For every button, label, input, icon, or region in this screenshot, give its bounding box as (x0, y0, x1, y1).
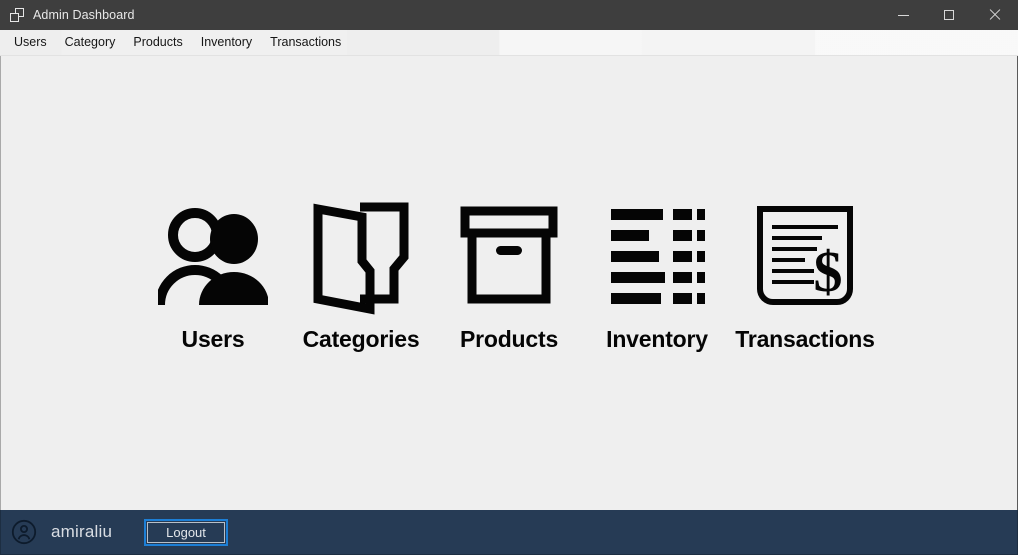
minimize-icon (898, 15, 909, 16)
overlapping-squares-icon (10, 8, 24, 22)
two-users-icon (158, 196, 268, 316)
dashboard-tile-users[interactable]: Users (139, 196, 287, 353)
archive-box-icon (460, 196, 558, 316)
svg-text:$: $ (814, 239, 843, 304)
menu-item-users[interactable]: Users (5, 30, 56, 55)
list-grid-icon (609, 196, 705, 316)
menu-item-category[interactable]: Category (56, 30, 125, 55)
window-title: Admin Dashboard (33, 8, 135, 22)
username-label: amiraliu (51, 522, 112, 542)
menu-bar: Users Category Products Inventory Transa… (0, 30, 1018, 56)
status-footer: amiraliu Logout (0, 510, 1018, 555)
close-icon (989, 9, 1001, 21)
minimize-button[interactable] (880, 0, 926, 30)
menu-item-transactions[interactable]: Transactions (261, 30, 350, 55)
dashboard-tile-transactions[interactable]: $ Transactions (731, 196, 879, 353)
dashboard-tile-categories[interactable]: Categories (287, 196, 435, 353)
main-content: Users Categories (0, 56, 1018, 510)
close-button[interactable] (972, 0, 1018, 30)
receipt-dollar-icon: $ (755, 196, 855, 316)
dashboard-tile-label: Inventory (606, 326, 708, 353)
maximize-button[interactable] (926, 0, 972, 30)
menu-item-inventory[interactable]: Inventory (192, 30, 261, 55)
title-bar-left: Admin Dashboard (0, 8, 135, 22)
logout-button[interactable]: Logout (147, 522, 225, 543)
dashboard-tile-label: Users (182, 326, 245, 353)
title-bar: Admin Dashboard (0, 0, 1018, 30)
dashboard-tile-label: Categories (303, 326, 420, 353)
open-folder-icon (310, 196, 412, 316)
dashboard-tile-label: Products (460, 326, 558, 353)
dashboard-tile-row: Users Categories (139, 196, 879, 353)
dashboard-tile-products[interactable]: Products (435, 196, 583, 353)
window-controls (880, 0, 1018, 30)
logout-focus-ring: Logout (144, 519, 228, 546)
dashboard-tile-inventory: Inventory (583, 196, 731, 353)
menu-item-products[interactable]: Products (124, 30, 191, 55)
admin-dashboard-window: Admin Dashboard Users Category Products … (0, 0, 1018, 555)
maximize-icon (944, 10, 954, 20)
user-circle-icon (11, 519, 37, 545)
dashboard-tile-label: Transactions (735, 326, 875, 353)
